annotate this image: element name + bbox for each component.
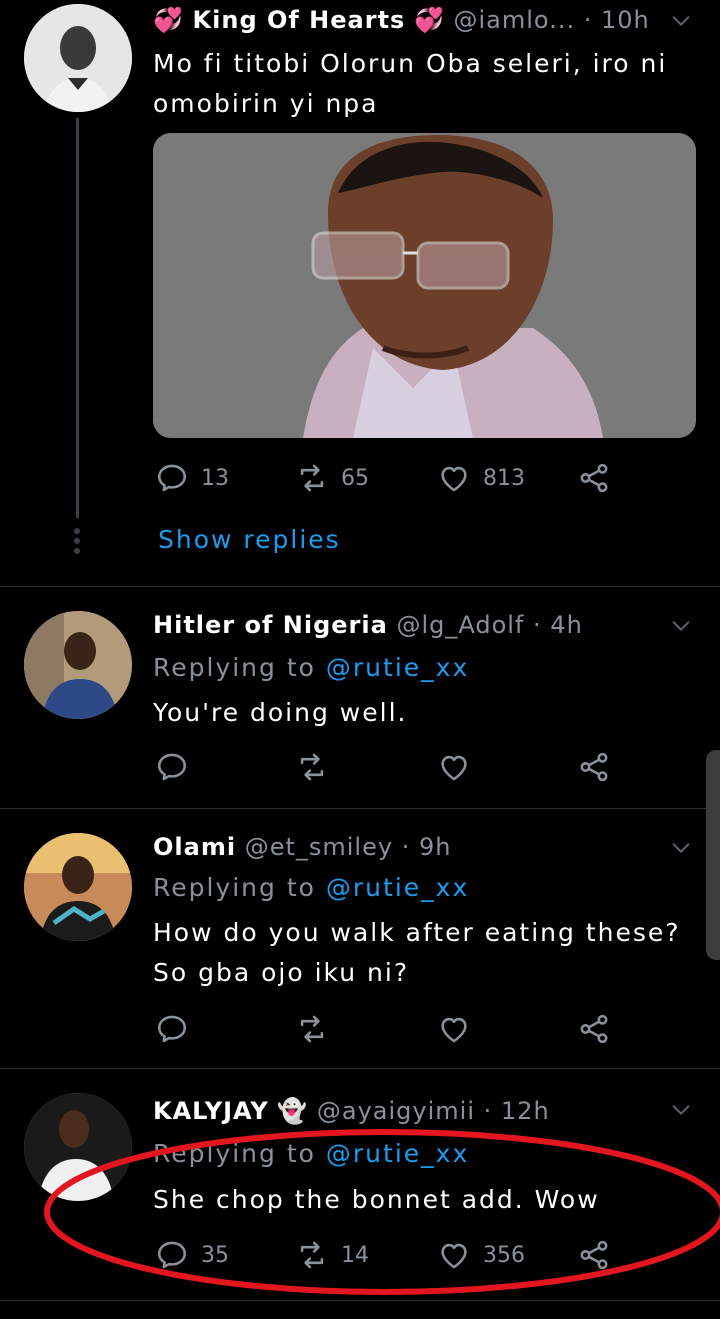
mention-link[interactable]: @rutie_xx [326, 653, 469, 682]
tweet-header: KALYJAY 👻 @ayaigyimii · 12h [153, 1097, 550, 1125]
replying-to-label: Replying to [153, 1139, 316, 1168]
replying-to: Replying to @rutie_xx [153, 653, 469, 682]
retweet-icon [295, 1238, 329, 1272]
like-button[interactable] [437, 749, 483, 785]
share-button[interactable] [577, 460, 611, 496]
like-count: 813 [483, 465, 525, 491]
timestamp: 4h [550, 611, 583, 639]
scrollbar-handle[interactable] [706, 750, 720, 960]
reply-icon [155, 750, 189, 784]
chevron-down-icon[interactable] [670, 10, 692, 32]
avatar[interactable] [24, 833, 132, 941]
display-name[interactable]: KALYJAY [153, 1097, 269, 1125]
share-icon [577, 1238, 611, 1272]
mention-link[interactable]: @rutie_xx [326, 1139, 469, 1168]
tweet-actions [155, 1011, 625, 1051]
tweet-hitler-of-nigeria[interactable]: Hitler of Nigeria @lg_Adolf · 4h Replyin… [0, 587, 720, 807]
replying-to: Replying to @rutie_xx [153, 1139, 469, 1168]
tweet-text: She chop the bonnet add. Wow [153, 1185, 600, 1214]
tweet-header: 💞 King Of Hearts 💞 @iamlo... · 10h [153, 6, 650, 34]
reply-icon [155, 1238, 189, 1272]
replying-to: Replying to @rutie_xx [153, 873, 469, 902]
timestamp: 9h [419, 833, 452, 861]
like-count: 356 [483, 1242, 525, 1268]
thread-line [76, 118, 79, 518]
retweet-icon [295, 750, 329, 784]
tweet-actions: 35 14 356 [155, 1237, 625, 1277]
mention-link[interactable]: @rutie_xx [326, 873, 469, 902]
retweet-count: 14 [341, 1242, 369, 1268]
show-replies-link[interactable]: Show replies [158, 525, 341, 554]
tweet-media[interactable] [153, 133, 696, 438]
thread-dots [74, 528, 81, 558]
reply-button[interactable]: 35 [155, 1237, 229, 1273]
display-name[interactable]: Olami [153, 833, 236, 861]
share-button[interactable] [577, 749, 611, 785]
tweet-text: Mo fi titobi Olorun Oba seleri, iro ni o… [153, 49, 668, 118]
heart-icon [437, 750, 471, 784]
retweet-button[interactable] [295, 1011, 341, 1047]
heart-icon [437, 1238, 471, 1272]
heart-icon [437, 461, 471, 495]
tweet-king-of-hearts[interactable]: 💞 King Of Hearts 💞 @iamlo... · 10h Mo fi… [0, 0, 720, 586]
tweet-text: You're doing well. [153, 698, 408, 727]
avatar[interactable] [24, 4, 132, 112]
handle[interactable]: @lg_Adolf [396, 611, 524, 639]
like-button[interactable]: 813 [437, 460, 525, 496]
share-button[interactable] [577, 1011, 611, 1047]
separator: · [583, 6, 593, 34]
share-icon [577, 1012, 611, 1046]
divider [0, 1300, 720, 1301]
heart-icon [437, 1012, 471, 1046]
tweet-olami[interactable]: Olami @et_smiley · 9h Replying to @rutie… [0, 809, 720, 1067]
replying-to-label: Replying to [153, 873, 316, 902]
reply-count: 35 [201, 1242, 229, 1268]
tweet-header: Olami @et_smiley · 9h [153, 833, 451, 861]
tweet-text: How do you walk after eating these? So g… [153, 918, 681, 987]
emoji-heart: 💞 [413, 6, 445, 34]
tweet-kalyjay[interactable]: KALYJAY 👻 @ayaigyimii · 12h Replying to … [0, 1069, 720, 1299]
separator: · [483, 1097, 493, 1125]
like-button[interactable] [437, 1011, 483, 1047]
separator: · [401, 833, 411, 861]
reply-button[interactable] [155, 1011, 201, 1047]
chevron-down-icon[interactable] [670, 837, 692, 859]
retweet-button[interactable] [295, 749, 341, 785]
separator: · [533, 611, 542, 639]
photo [153, 133, 696, 438]
avatar[interactable] [24, 611, 132, 719]
retweet-button[interactable]: 65 [295, 460, 369, 496]
handle[interactable]: @iamlo... [454, 6, 576, 34]
reply-button[interactable] [155, 749, 201, 785]
avatar[interactable] [24, 1093, 132, 1201]
share-icon [577, 461, 611, 495]
replying-to-label: Replying to [153, 653, 316, 682]
handle[interactable]: @et_smiley [245, 833, 393, 861]
chevron-down-icon[interactable] [670, 1099, 692, 1121]
tweet-header: Hitler of Nigeria @lg_Adolf · 4h [153, 611, 583, 639]
handle[interactable]: @ayaigyimii [317, 1097, 475, 1125]
like-button[interactable]: 356 [437, 1237, 525, 1273]
reply-icon [155, 461, 189, 495]
tweet-actions: 13 65 813 [155, 460, 625, 500]
display-name[interactable]: King Of Hearts [193, 6, 406, 34]
chevron-down-icon[interactable] [670, 615, 692, 637]
retweet-icon [295, 461, 329, 495]
display-name[interactable]: Hitler of Nigeria [153, 611, 388, 639]
reply-icon [155, 1012, 189, 1046]
emoji-ghost: 👻 [277, 1097, 309, 1125]
timestamp: 12h [500, 1097, 550, 1125]
retweet-button[interactable]: 14 [295, 1237, 369, 1273]
tweet-actions [155, 749, 625, 789]
retweet-count: 65 [341, 465, 369, 491]
timestamp: 10h [601, 6, 650, 34]
retweet-icon [295, 1012, 329, 1046]
share-button[interactable] [577, 1237, 611, 1273]
reply-button[interactable]: 13 [155, 460, 229, 496]
emoji-heart: 💞 [153, 6, 184, 34]
reply-count: 13 [201, 465, 229, 491]
share-icon [577, 750, 611, 784]
